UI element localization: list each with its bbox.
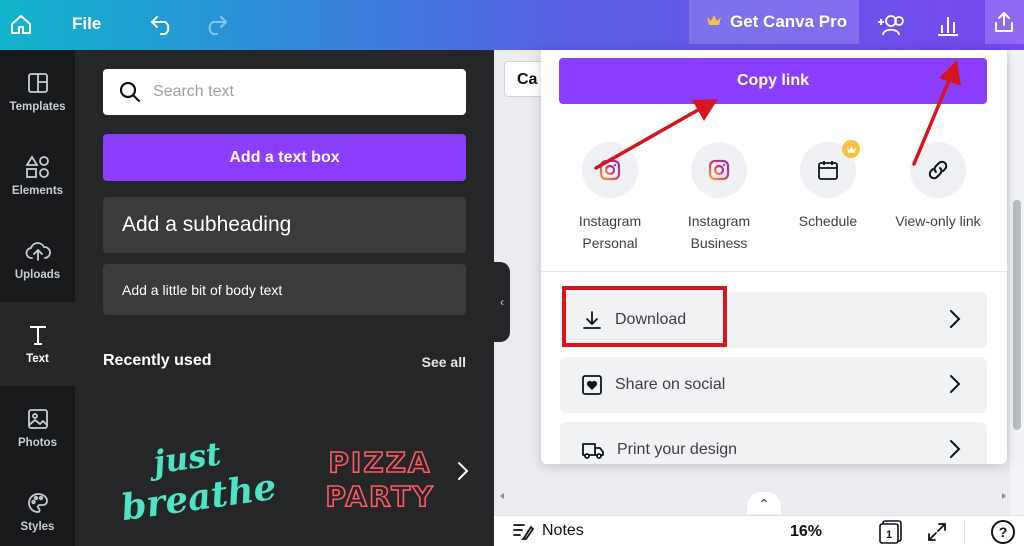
share-option-label: Schedule xyxy=(798,213,858,229)
vertical-scrollbar[interactable] xyxy=(1010,50,1024,515)
rail-label-styles: Styles xyxy=(20,521,55,533)
chevron-left-icon: ‹ xyxy=(500,295,504,309)
chevron-right-icon[interactable] xyxy=(456,460,470,487)
font-combo-line1: PIZZA xyxy=(328,446,431,479)
rail-item-text[interactable]: Text xyxy=(0,302,75,386)
rail-item-elements[interactable]: Elements xyxy=(0,134,75,218)
font-combo-line2: PARTY xyxy=(325,480,434,512)
see-all-link[interactable]: See all xyxy=(422,354,466,370)
text-panel: Add a text box Add a subheading Add a li… xyxy=(75,50,494,546)
share-on-social-row[interactable]: Share on social xyxy=(560,357,987,413)
instagram-icon xyxy=(708,159,730,181)
share-option-instagram-business[interactable]: Instagram Business xyxy=(671,142,767,254)
rail-label-elements: Elements xyxy=(11,185,64,197)
add-people-icon[interactable] xyxy=(872,0,912,50)
share-option-view-only-link[interactable]: View-only link xyxy=(885,142,991,232)
left-rail: Templates Elements Uploads Text Photos S… xyxy=(0,50,75,546)
copy-link-button[interactable]: Copy link xyxy=(559,58,987,104)
get-canva-pro-button[interactable]: Get Canva Pro xyxy=(689,0,859,44)
page-count-label: 1 xyxy=(886,529,892,541)
chevron-right-icon xyxy=(950,310,961,328)
truck-icon xyxy=(582,443,604,459)
heart-icon xyxy=(582,375,602,395)
bottom-bar: Notes 16% 1 ? xyxy=(494,515,1024,546)
rail-item-styles[interactable]: Styles xyxy=(0,470,75,546)
top-bar: File Get Canva Pro xyxy=(0,0,1024,50)
help-button[interactable]: ? xyxy=(991,520,1015,544)
notes-button[interactable]: Notes xyxy=(512,522,584,540)
share-option-label: View-only link xyxy=(895,213,981,229)
rail-label-photos: Photos xyxy=(18,437,57,449)
share-option-label: Instagram Business xyxy=(687,213,751,251)
rail-item-templates[interactable]: Templates xyxy=(0,50,75,134)
add-subheading-button[interactable]: Add a subheading xyxy=(103,197,466,253)
undo-icon[interactable] xyxy=(148,0,176,50)
chevron-right-icon xyxy=(950,440,961,458)
font-combo-pizza-party[interactable]: PIZZA PARTY xyxy=(320,442,440,512)
insights-icon[interactable] xyxy=(928,0,968,50)
home-icon[interactable] xyxy=(4,0,38,50)
instagram-icon xyxy=(599,159,621,181)
chevron-up-icon[interactable]: ⌃ xyxy=(747,492,781,514)
share-menu: Copy link Instagram Personal Instagram B… xyxy=(541,50,1007,464)
divider xyxy=(541,271,1007,272)
link-icon xyxy=(928,160,948,180)
notes-icon xyxy=(513,524,534,540)
templates-icon xyxy=(27,73,48,93)
crown-icon xyxy=(842,140,860,158)
calendar-icon xyxy=(818,161,838,180)
get-canva-pro-label: Get Canva Pro xyxy=(730,12,848,31)
rail-label-uploads: Uploads xyxy=(14,269,61,281)
notes-label: Notes xyxy=(542,522,584,539)
recently-used-heading: Recently used xyxy=(103,352,212,369)
rail-label-text: Text xyxy=(26,353,49,365)
share-icon[interactable] xyxy=(988,0,1020,44)
uploads-icon xyxy=(25,242,51,261)
share-option-label: Instagram Personal xyxy=(578,213,642,251)
scrollbar-thumb[interactable] xyxy=(1013,200,1021,430)
photos-icon xyxy=(27,409,48,429)
print-your-design-label: Print your design xyxy=(617,441,738,458)
elements-icon xyxy=(24,155,49,178)
crown-icon xyxy=(706,12,722,32)
rail-item-photos[interactable]: Photos xyxy=(0,386,75,470)
share-option-instagram-personal[interactable]: Instagram Personal xyxy=(562,142,658,254)
collapse-panel-handle[interactable]: ‹ xyxy=(494,262,510,342)
rail-label-templates: Templates xyxy=(9,101,66,113)
font-combo-just-breathe[interactable]: just breathe xyxy=(115,430,275,520)
print-your-design-row[interactable]: Print your design xyxy=(560,422,987,464)
rail-item-uploads[interactable]: Uploads xyxy=(0,218,75,302)
redo-icon[interactable] xyxy=(202,0,230,50)
fullscreen-icon[interactable] xyxy=(926,521,948,543)
styles-icon xyxy=(27,493,48,513)
add-body-text-button[interactable]: Add a little bit of body text xyxy=(103,264,466,315)
search-icon xyxy=(119,81,141,103)
search-box[interactable] xyxy=(103,69,466,115)
share-option-schedule[interactable]: Schedule xyxy=(780,140,876,232)
chevron-right-icon xyxy=(950,375,961,393)
text-icon xyxy=(29,326,46,345)
share-on-social-label: Share on social xyxy=(615,376,726,393)
file-menu[interactable]: File xyxy=(72,14,101,34)
annotation-highlight-box xyxy=(562,286,727,347)
zoom-level[interactable]: 16% xyxy=(790,523,822,541)
add-text-box-button[interactable]: Add a text box xyxy=(103,134,466,181)
search-input[interactable] xyxy=(153,83,443,101)
divider xyxy=(964,520,965,544)
page-count-icon[interactable]: 1 xyxy=(878,520,904,544)
